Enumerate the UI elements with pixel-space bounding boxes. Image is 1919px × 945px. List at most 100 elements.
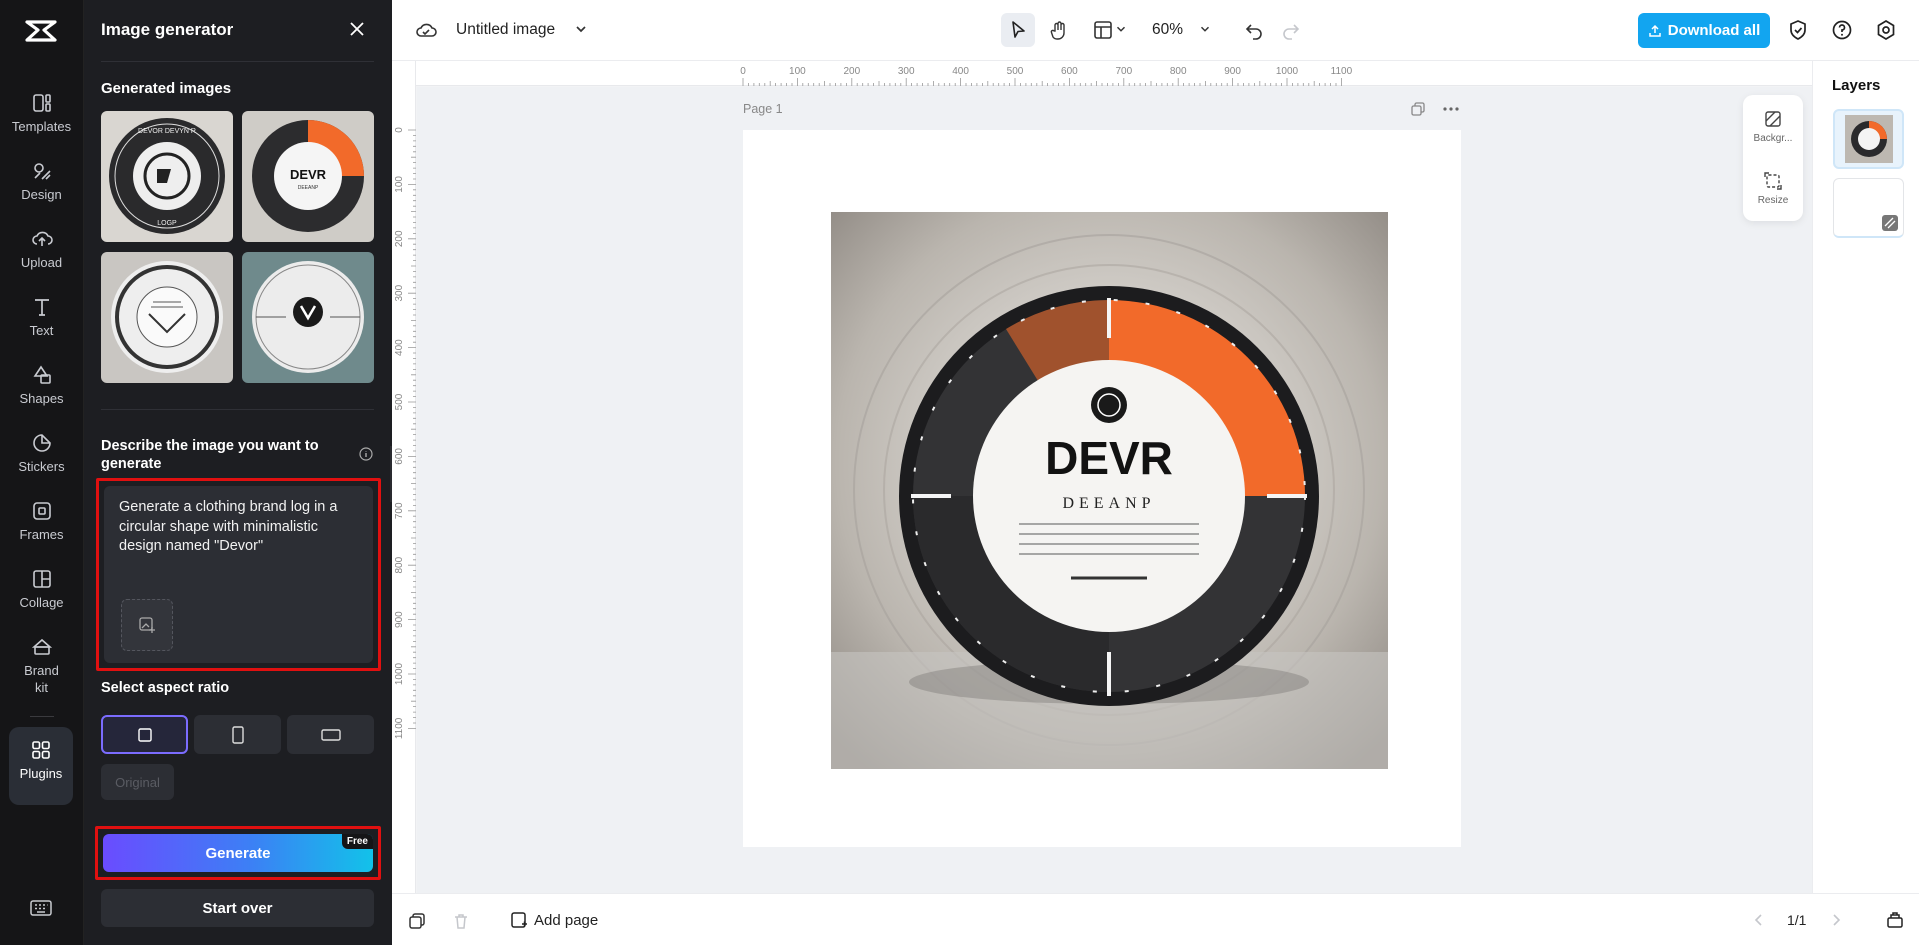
nav-collage[interactable]: Collage <box>0 568 83 628</box>
ruler-label: 300 <box>898 66 915 77</box>
chevron-down-icon[interactable] <box>1114 22 1128 36</box>
prompt-textarea[interactable]: Generate a clothing brand log in a circu… <box>104 486 373 663</box>
more-options-icon[interactable] <box>1442 101 1460 117</box>
help-icon[interactable] <box>1831 19 1853 41</box>
ruler-label: 900 <box>394 611 405 628</box>
square-ratio-icon <box>137 727 152 742</box>
panel-divider <box>101 409 374 410</box>
redo-icon[interactable] <box>1281 20 1301 40</box>
download-icon <box>1648 24 1661 37</box>
ratio-square-button[interactable] <box>101 715 188 754</box>
generated-image-4[interactable] <box>242 252 374 383</box>
nav-plugins[interactable]: Plugins <box>9 727 73 805</box>
chevron-down-icon[interactable] <box>1198 22 1212 36</box>
generated-image-2[interactable]: DEVR DEEANP <box>242 111 374 242</box>
capcut-logo-icon[interactable] <box>24 16 58 46</box>
ratio-portrait-button[interactable] <box>194 715 281 754</box>
ratio-landscape-button[interactable] <box>287 715 374 754</box>
ruler-label: 300 <box>394 284 405 301</box>
svg-text:DEEANP: DEEANP <box>298 185 319 191</box>
nav-label: Templates <box>11 119 72 134</box>
generated-images-grid: DEVOR DEVYN R LOGP DEVR DEEANP <box>101 111 374 383</box>
hand-pan-icon[interactable] <box>1048 19 1070 41</box>
landscape-ratio-icon <box>320 728 341 741</box>
add-image-icon <box>139 617 155 633</box>
duplicate-icon[interactable] <box>408 912 426 930</box>
resize-label: Resize <box>1757 195 1789 206</box>
keyboard-shortcuts-icon[interactable] <box>29 898 53 918</box>
nav-label: Collage <box>19 595 64 610</box>
chevron-right-icon[interactable] <box>1829 913 1843 927</box>
generated-logo-image[interactable]: DEVR DEEANP <box>831 212 1388 769</box>
panel-divider <box>101 61 374 62</box>
svg-text:LOGP: LOGP <box>157 220 177 227</box>
layer-logo-image[interactable] <box>1833 109 1904 169</box>
background-label: Backgr... <box>1753 133 1793 144</box>
ruler-ticks: 0 100 200 300 400 500 600 700 800 900 1000 1100 <box>740 66 1353 86</box>
gear-icon[interactable] <box>1875 19 1897 41</box>
nav-design[interactable]: Design <box>0 160 83 220</box>
nav-frames[interactable]: Frames <box>0 500 83 560</box>
download-all-label: Download all <box>1667 22 1761 39</box>
top-toolbar: Untitled image 60% Download all <box>392 0 1919 61</box>
layer-background[interactable] <box>1833 178 1904 238</box>
undo-icon[interactable] <box>1244 20 1264 40</box>
info-icon[interactable] <box>359 447 373 461</box>
nav-shapes[interactable]: Shapes <box>0 364 83 424</box>
svg-text:DEVR: DEVR <box>290 167 327 182</box>
ratio-original-button[interactable]: Original <box>101 764 174 800</box>
generate-highlight-box: Generate Free <box>95 826 381 880</box>
ruler-label: 700 <box>394 502 405 519</box>
left-nav-rail: Templates Design Upload Text Shapes Stic… <box>0 0 84 945</box>
background-icon <box>1765 111 1781 127</box>
frames-icon <box>32 502 51 520</box>
nav-upload[interactable]: Upload <box>0 228 83 288</box>
nav-text[interactable]: Text <box>0 296 83 356</box>
image-reference-upload-button[interactable] <box>121 599 173 651</box>
page-counter: 1/1 <box>1787 912 1807 928</box>
logo-thumbnail-teal-icon <box>242 252 374 383</box>
ruler-label: 500 <box>1007 66 1024 77</box>
generate-button[interactable]: Generate Free <box>103 834 373 872</box>
nav-label: Shapes <box>19 391 64 406</box>
page-manager-icon[interactable] <box>1886 911 1904 929</box>
close-icon[interactable] <box>348 20 366 38</box>
ruler-tick-marks <box>408 129 416 729</box>
layer-thumbnail-icon <box>1845 115 1893 163</box>
chevron-down-icon[interactable] <box>573 21 589 37</box>
nav-brand-kit[interactable]: Brand kit <box>0 636 83 696</box>
aspect-ratio-heading: Select aspect ratio <box>101 680 230 696</box>
nav-label: Upload <box>20 255 63 270</box>
ruler-label: 600 <box>394 448 405 465</box>
layout-icon[interactable] <box>1092 19 1114 41</box>
generated-image-3[interactable] <box>101 252 233 383</box>
page-tools-panel: Backgr... Resize <box>1743 95 1803 221</box>
ruler-label: 200 <box>394 230 405 247</box>
nav-templates[interactable]: Templates <box>0 92 83 152</box>
ruler-label: 400 <box>952 66 969 77</box>
resize-icon <box>1764 172 1782 190</box>
ruler-label: 1000 <box>394 662 405 685</box>
chevron-left-icon[interactable] <box>1752 913 1766 927</box>
cloud-sync-icon[interactable] <box>415 19 437 41</box>
layers-title: Layers <box>1832 77 1881 94</box>
background-button[interactable]: Backgr... <box>1743 109 1803 144</box>
start-over-button[interactable]: Start over <box>101 889 374 927</box>
aspect-ratio-options <box>101 715 374 755</box>
trash-icon[interactable] <box>452 912 470 930</box>
download-all-button[interactable]: Download all <box>1638 13 1770 48</box>
logo-main-text: DEVR <box>1045 432 1173 484</box>
brand-kit-icon <box>31 638 52 655</box>
add-page-button[interactable]: Add page <box>510 911 598 929</box>
nav-stickers[interactable]: Stickers <box>0 432 83 492</box>
resize-button[interactable]: Resize <box>1743 171 1803 206</box>
generated-image-1[interactable]: DEVOR DEVYN R LOGP <box>101 111 233 242</box>
ruler-tick-marks <box>742 78 1342 86</box>
plugins-icon <box>32 741 50 759</box>
document-title[interactable]: Untitled image <box>456 21 555 39</box>
zoom-level[interactable]: 60% <box>1152 21 1183 39</box>
svg-text:DEVOR DEVYN R: DEVOR DEVYN R <box>138 128 196 135</box>
shield-icon[interactable] <box>1787 19 1809 41</box>
duplicate-page-icon[interactable] <box>1410 101 1426 117</box>
ruler-label: 1000 <box>1276 66 1299 77</box>
